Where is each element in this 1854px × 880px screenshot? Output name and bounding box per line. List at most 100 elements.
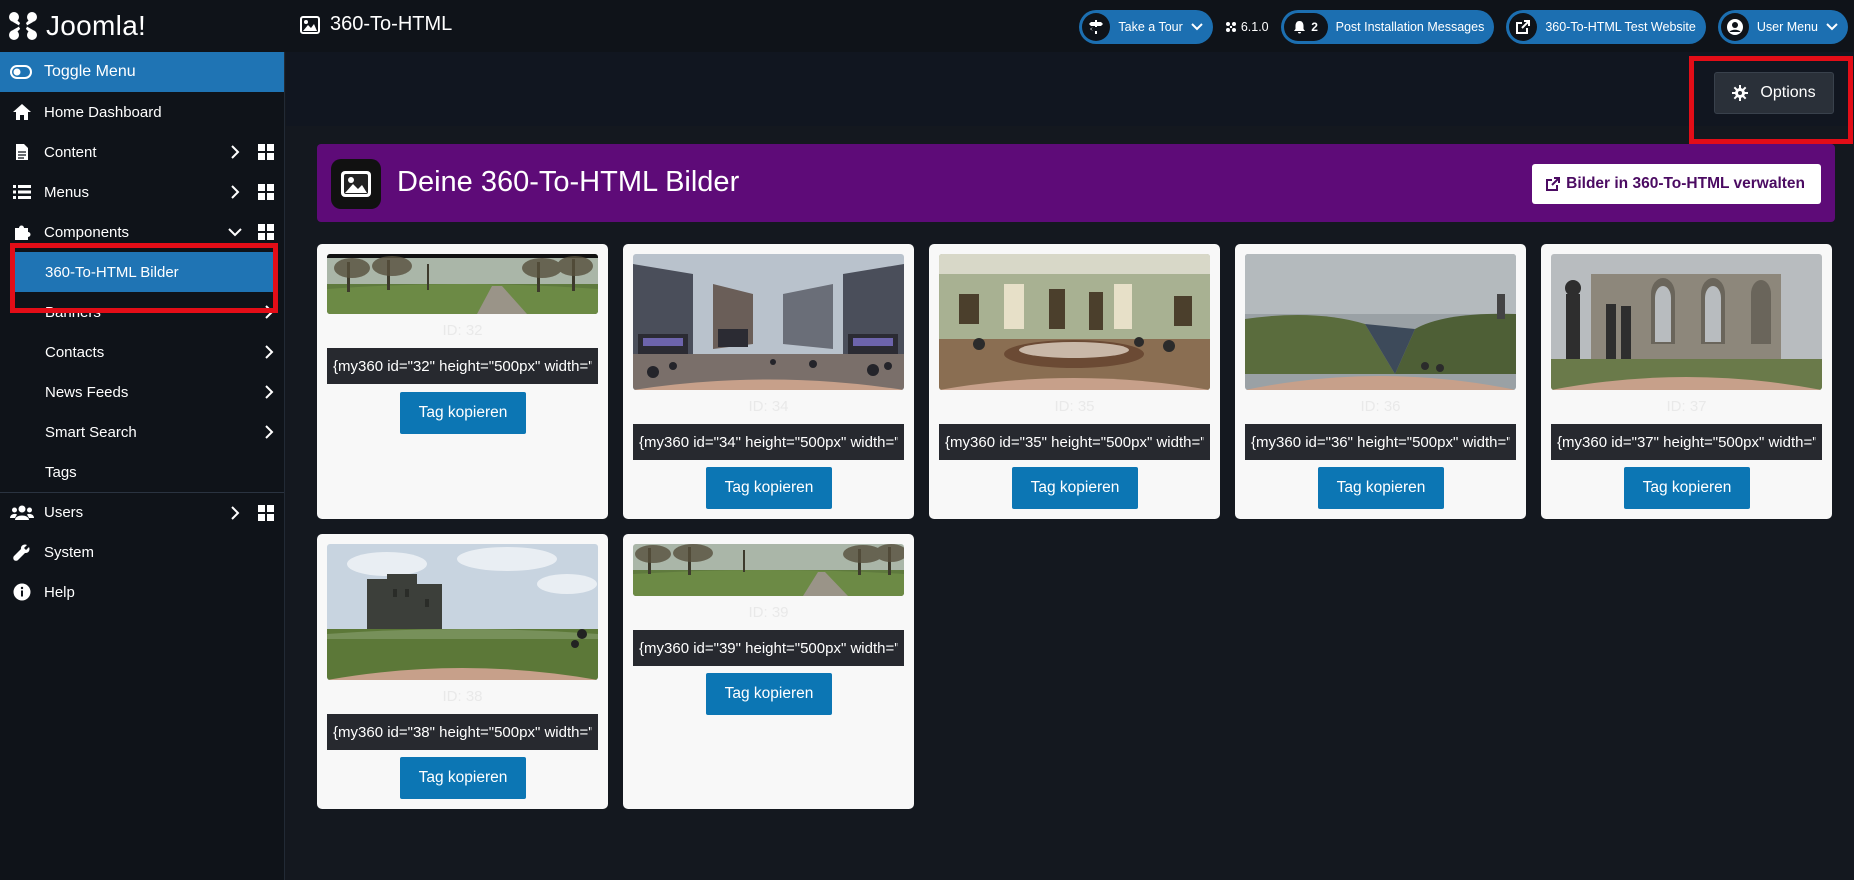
users-icon bbox=[10, 505, 34, 521]
info-icon bbox=[10, 583, 34, 601]
image-icon bbox=[300, 15, 320, 34]
manage-images-label: Bilder in 360-To-HTML verwalten bbox=[1566, 175, 1805, 192]
signpost-icon bbox=[1082, 13, 1111, 41]
site-link-button[interactable]: 360-To-HTML Test Website bbox=[1506, 10, 1706, 44]
copy-tag-button[interactable]: Tag kopieren bbox=[400, 757, 526, 799]
sidebar-item-label: 360-To-HTML Bilder bbox=[45, 263, 179, 281]
chevron-right-icon[interactable] bbox=[230, 184, 240, 200]
external-link-icon bbox=[1546, 177, 1561, 191]
copy-tag-button[interactable]: Tag kopieren bbox=[706, 673, 832, 715]
messages-label: Post Installation Messages bbox=[1335, 20, 1485, 34]
take-tour-label: Take a Tour bbox=[1118, 20, 1183, 34]
panorama-thumbnail[interactable] bbox=[327, 254, 598, 314]
sidebar-item-360-to-html-bilder[interactable]: 360-To-HTML Bilder bbox=[14, 252, 278, 292]
chevron-down-icon[interactable] bbox=[227, 227, 243, 237]
sidebar-item-menus[interactable]: Menus bbox=[0, 172, 284, 212]
sidebar-item-components[interactable]: Components bbox=[0, 212, 284, 252]
tag-code-field[interactable] bbox=[327, 348, 598, 384]
chevron-down-icon bbox=[1191, 23, 1203, 31]
image-id-label: ID: 32 bbox=[442, 322, 483, 339]
dashboard-grid-icon[interactable] bbox=[258, 184, 274, 200]
image-id-label: ID: 35 bbox=[1054, 398, 1095, 415]
sidebar: Toggle Menu Home Dashboard Content Menus… bbox=[0, 52, 285, 880]
sidebar-item-home[interactable]: Home Dashboard bbox=[0, 92, 284, 132]
copy-tag-button[interactable]: Tag kopieren bbox=[706, 467, 832, 509]
sidebar-item-content[interactable]: Content bbox=[0, 132, 284, 172]
copy-tag-button[interactable]: Tag kopieren bbox=[400, 392, 526, 434]
panorama-thumbnail[interactable] bbox=[1551, 254, 1822, 390]
sidebar-item-tags[interactable]: Tags bbox=[0, 452, 284, 492]
banner-title: Deine 360-To-HTML Bilder bbox=[397, 166, 740, 198]
sidebar-item-label: Tags bbox=[45, 463, 77, 481]
dashboard-grid-icon[interactable] bbox=[258, 505, 274, 521]
page-heading: 360-To-HTML bbox=[300, 13, 452, 36]
options-label: Options bbox=[1760, 84, 1816, 101]
toggle-menu-label: Toggle Menu bbox=[44, 63, 136, 80]
image-id-label: ID: 39 bbox=[748, 604, 789, 621]
tag-code-field[interactable] bbox=[1551, 424, 1822, 460]
image-card: ID: 39 Tag kopieren bbox=[623, 534, 914, 809]
panorama-thumbnail[interactable] bbox=[633, 254, 904, 390]
bell-counter: 2 bbox=[1283, 13, 1328, 41]
tag-code-field[interactable] bbox=[633, 630, 904, 666]
image-id-label: ID: 36 bbox=[1360, 398, 1401, 415]
image-card: ID: 37 Tag kopieren bbox=[1541, 244, 1832, 519]
panorama-thumbnail[interactable] bbox=[633, 544, 904, 596]
image-id-label: ID: 34 bbox=[748, 398, 789, 415]
sidebar-item-label: Banners bbox=[45, 303, 101, 321]
image-id-label: ID: 37 bbox=[1666, 398, 1707, 415]
toolbar: Options bbox=[286, 52, 1854, 126]
panorama-thumbnail[interactable] bbox=[327, 544, 598, 680]
image-card: ID: 35 Tag kopieren bbox=[929, 244, 1220, 519]
sidebar-item-label: Menus bbox=[44, 183, 90, 201]
toggle-icon bbox=[10, 65, 32, 79]
sidebar-item-news-feeds[interactable]: News Feeds bbox=[0, 372, 284, 412]
sidebar-item-contacts[interactable]: Contacts bbox=[0, 332, 284, 372]
sidebar-item-users[interactable]: Users bbox=[0, 492, 284, 532]
toggle-menu-button[interactable]: Toggle Menu bbox=[0, 52, 284, 92]
tag-code-field[interactable] bbox=[327, 714, 598, 750]
dashboard-grid-icon[interactable] bbox=[258, 144, 274, 160]
sidebar-item-label: Content bbox=[44, 143, 97, 161]
panorama-thumbnail[interactable] bbox=[939, 254, 1210, 390]
wrench-icon bbox=[10, 543, 34, 561]
copy-tag-button[interactable]: Tag kopieren bbox=[1318, 467, 1444, 509]
sidebar-item-banners[interactable]: Banners bbox=[0, 292, 284, 332]
bell-icon bbox=[1294, 21, 1306, 34]
chevron-right-icon[interactable] bbox=[264, 304, 274, 320]
sidebar-item-label: Users bbox=[44, 504, 84, 521]
panorama-thumbnail[interactable] bbox=[1245, 254, 1516, 390]
user-menu-label: User Menu bbox=[1756, 20, 1818, 34]
joomla-logo[interactable]: Joomla! bbox=[6, 8, 146, 44]
dashboard-grid-icon[interactable] bbox=[258, 224, 274, 240]
sidebar-item-label: Components bbox=[44, 223, 130, 241]
chevron-down-icon bbox=[1826, 23, 1838, 31]
header-actions: Take a Tour 6.1.0 2 Post Installation Me… bbox=[1079, 10, 1848, 44]
chevron-right-icon[interactable] bbox=[264, 424, 274, 440]
tag-code-field[interactable] bbox=[939, 424, 1210, 460]
chevron-right-icon[interactable] bbox=[264, 384, 274, 400]
chevron-right-icon[interactable] bbox=[230, 144, 240, 160]
sidebar-item-help[interactable]: Help bbox=[0, 572, 284, 612]
tag-code-field[interactable] bbox=[633, 424, 904, 460]
copy-tag-button[interactable]: Tag kopieren bbox=[1012, 467, 1138, 509]
chevron-right-icon[interactable] bbox=[230, 505, 240, 521]
chevron-right-icon[interactable] bbox=[264, 344, 274, 360]
user-menu-button[interactable]: User Menu bbox=[1717, 10, 1848, 44]
component-banner: Deine 360-To-HTML Bilder Bilder in 360-T… bbox=[317, 144, 1835, 222]
image-card: ID: 32 Tag kopieren bbox=[317, 244, 608, 519]
top-header: Joomla! 360-To-HTML Take a Tour 6.1.0 2 bbox=[0, 0, 1854, 52]
sidebar-item-system[interactable]: System bbox=[0, 532, 284, 572]
manage-images-button[interactable]: Bilder in 360-To-HTML verwalten bbox=[1532, 164, 1821, 204]
options-button[interactable]: Options bbox=[1714, 72, 1834, 114]
sidebar-item-label: System bbox=[44, 543, 95, 561]
tag-code-field[interactable] bbox=[1245, 424, 1516, 460]
home-icon bbox=[10, 103, 34, 121]
post-installation-messages-button[interactable]: 2 Post Installation Messages bbox=[1280, 10, 1495, 44]
external-link-icon bbox=[1509, 13, 1538, 41]
gear-icon bbox=[1732, 85, 1749, 101]
sidebar-item-smart-search[interactable]: Smart Search bbox=[0, 412, 284, 452]
messages-count: 2 bbox=[1311, 20, 1318, 34]
take-tour-button[interactable]: Take a Tour bbox=[1079, 10, 1213, 44]
copy-tag-button[interactable]: Tag kopieren bbox=[1624, 467, 1750, 509]
